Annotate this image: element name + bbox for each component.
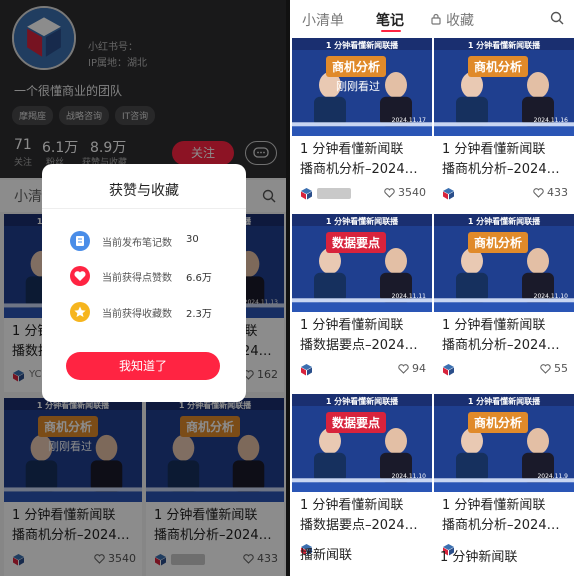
tab-collections[interactable]: 收藏 <box>446 10 474 30</box>
row-value: 2.3万 <box>186 309 212 320</box>
thumbnail-tag: 数据要点 <box>326 412 387 433</box>
thumbnail-tag: 商机分析 <box>468 56 529 77</box>
heart-outline-icon <box>540 363 551 374</box>
got-it-button[interactable]: 我知道了 <box>66 352 220 380</box>
recently-viewed-label: 刚刚看过 <box>336 80 380 93</box>
author-logo-icon <box>301 364 312 376</box>
tab-lists[interactable]: 小清单 <box>302 10 344 30</box>
note-card[interactable]: 1 分钟看懂新闻联播商机分析 2024.11.10 1 分钟看懂新闻联 播商机分析–2… <box>434 214 574 386</box>
card-footer: 433 <box>442 186 568 202</box>
thumbnail-banner: 1 分钟看懂新闻联播 <box>467 41 541 50</box>
thumbnail-banner: 1 分钟看懂新闻联播 <box>467 217 541 226</box>
heart-outline-icon <box>533 187 544 198</box>
left-profile-screen: 小红书号： IP属地：湖北 一个很懂商业的团队 摩羯座 战略咨询 IT咨询 71… <box>0 0 286 576</box>
card-title-line: 1 分钟看懂新闻联 <box>442 142 546 157</box>
lock-icon <box>431 13 441 25</box>
right-notes-screen: 小清单 笔记 收藏 1 分钟看懂新闻联播 商机分析 刚刚看过 2024.11.17 1 … <box>290 0 576 576</box>
thumbnail-date: 2024.11.10 <box>533 293 568 300</box>
thumbnail-tag: 商机分析 <box>468 412 529 433</box>
like-count-value: 55 <box>554 362 568 375</box>
likes-count-row: 当前获得点赞数 6.6万 <box>70 265 240 287</box>
notes-count-row: 当前发布笔记数 30 <box>70 230 240 252</box>
card-thumbnail: 1 分钟看懂新闻联播商机分析 2024.11.9 <box>434 394 574 492</box>
thumbnail-banner: 1 分钟看懂新闻联播 <box>325 397 399 406</box>
card-title-line: 播商机分析–2024… <box>442 338 560 353</box>
card-title-line: 播商机分析–2024… <box>442 518 560 533</box>
card-thumbnail: 1 分钟看懂新闻联播数据要点 2024.11.10 <box>292 394 432 492</box>
author-logo-icon <box>443 188 454 200</box>
search-icon[interactable] <box>550 11 564 25</box>
card-title-line: 1 分钟看懂新闻联 <box>442 498 546 513</box>
card-title-line: 播数据要点–2024… <box>300 338 418 353</box>
card-title-line: 1 分钟看懂新闻联 <box>300 142 404 157</box>
heart-icon <box>70 266 90 286</box>
card-thumbnail: 1 分钟看懂新闻联播商机分析 2024.11.16 <box>434 38 574 136</box>
thumbnail-date: 2024.11.11 <box>391 293 426 300</box>
thumbnail-date: 2024.11.16 <box>533 117 568 124</box>
heart-outline-icon <box>384 187 395 198</box>
note-icon <box>70 231 90 251</box>
card-footer: 55 <box>442 362 568 378</box>
partial-card-title: 1 分钟新闻联 <box>440 550 518 565</box>
row-value: 30 <box>186 234 199 245</box>
heart-outline-icon <box>398 363 409 374</box>
thumbnail-tag: 数据要点 <box>326 232 387 253</box>
right-tab-bar: 小清单 笔记 收藏 <box>290 0 576 36</box>
card-title-line: 1 分钟看懂新闻联 <box>442 318 546 333</box>
dialog-title: 获赞与收藏 <box>109 183 179 199</box>
active-tab-indicator <box>381 30 401 32</box>
row-value: 6.6万 <box>186 273 212 284</box>
divider <box>42 208 246 209</box>
thumbnail-banner: 1 分钟看懂新闻联播 <box>325 41 399 50</box>
tab-notes[interactable]: 笔记 <box>376 10 404 30</box>
star-icon <box>70 302 90 322</box>
card-footer: 3540 <box>300 186 426 202</box>
thumbnail-date: 2024.11.17 <box>391 117 426 124</box>
thumbnail-banner: 1 分钟看懂新闻联播 <box>467 397 541 406</box>
like-count[interactable]: 3540 <box>384 186 426 199</box>
card-title-line: 1 分钟看懂新闻联 <box>300 318 404 333</box>
note-card[interactable]: 1 分钟看懂新闻联播商机分析 2024.11.9 1 分钟看懂新闻联 播商机分析–20… <box>434 394 574 566</box>
like-count-value: 433 <box>547 186 568 199</box>
card-footer: 94 <box>300 362 426 378</box>
like-count-value: 3540 <box>398 186 426 199</box>
row-label: 当前获得收藏数 <box>102 309 172 320</box>
thumbnail-banner: 1 分钟看懂新闻联播 <box>325 217 399 226</box>
note-card[interactable]: 1 分钟看懂新闻联播数据要点 2024.11.11 1 分钟看懂新闻联 播数据要点–2… <box>292 214 432 386</box>
card-title-line: 播商机分析–2024… <box>442 162 560 177</box>
thumbnail-tag: 商机分析 <box>326 56 387 77</box>
card-thumbnail: 1 分钟看懂新闻联播商机分析刚刚看过 2024.11.17 <box>292 38 432 136</box>
like-count-value: 94 <box>412 362 426 375</box>
collects-count-row: 当前获得收藏数 2.3万 <box>70 301 240 323</box>
thumbnail-tag: 商机分析 <box>468 232 529 253</box>
note-card[interactable]: 1 分钟看懂新闻联播 商机分析 刚刚看过 2024.11.17 1 分钟看懂新闻联 播商机… <box>292 38 432 210</box>
like-count[interactable]: 94 <box>398 362 426 375</box>
author-name-blurred <box>317 188 351 199</box>
author-logo-icon <box>443 364 454 376</box>
card-title-line: 1 分钟看懂新闻联 <box>300 498 404 513</box>
card-thumbnail: 1 分钟看懂新闻联播商机分析 2024.11.10 <box>434 214 574 312</box>
author-logo-icon <box>301 188 312 200</box>
row-label: 当前发布笔记数 <box>102 238 172 249</box>
like-count[interactable]: 433 <box>533 186 568 199</box>
likes-collects-dialog: 获赞与收藏 当前发布笔记数 30 当前获得点赞数 6.6万 当前获得收藏数 2.… <box>42 164 246 402</box>
thumbnail-date: 2024.11.10 <box>391 473 426 480</box>
card-title-line: 播商机分析–2024… <box>300 162 418 177</box>
row-label: 当前获得点赞数 <box>102 273 172 284</box>
thumbnail-date: 2024.11.9 <box>537 473 568 480</box>
card-thumbnail: 1 分钟看懂新闻联播数据要点 2024.11.11 <box>292 214 432 312</box>
card-title-line: 播数据要点–2024… <box>300 518 418 533</box>
partial-card-title: 播新闻联 <box>300 548 353 563</box>
note-card[interactable]: 1 分钟看懂新闻联播商机分析 2024.11.16 1 分钟看懂新闻联 播商机分析–2… <box>434 38 574 210</box>
like-count[interactable]: 55 <box>540 362 568 375</box>
note-card[interactable]: 1 分钟看懂新闻联播数据要点 2024.11.10 1 分钟看懂新闻联 播数据要点–2… <box>292 394 432 566</box>
